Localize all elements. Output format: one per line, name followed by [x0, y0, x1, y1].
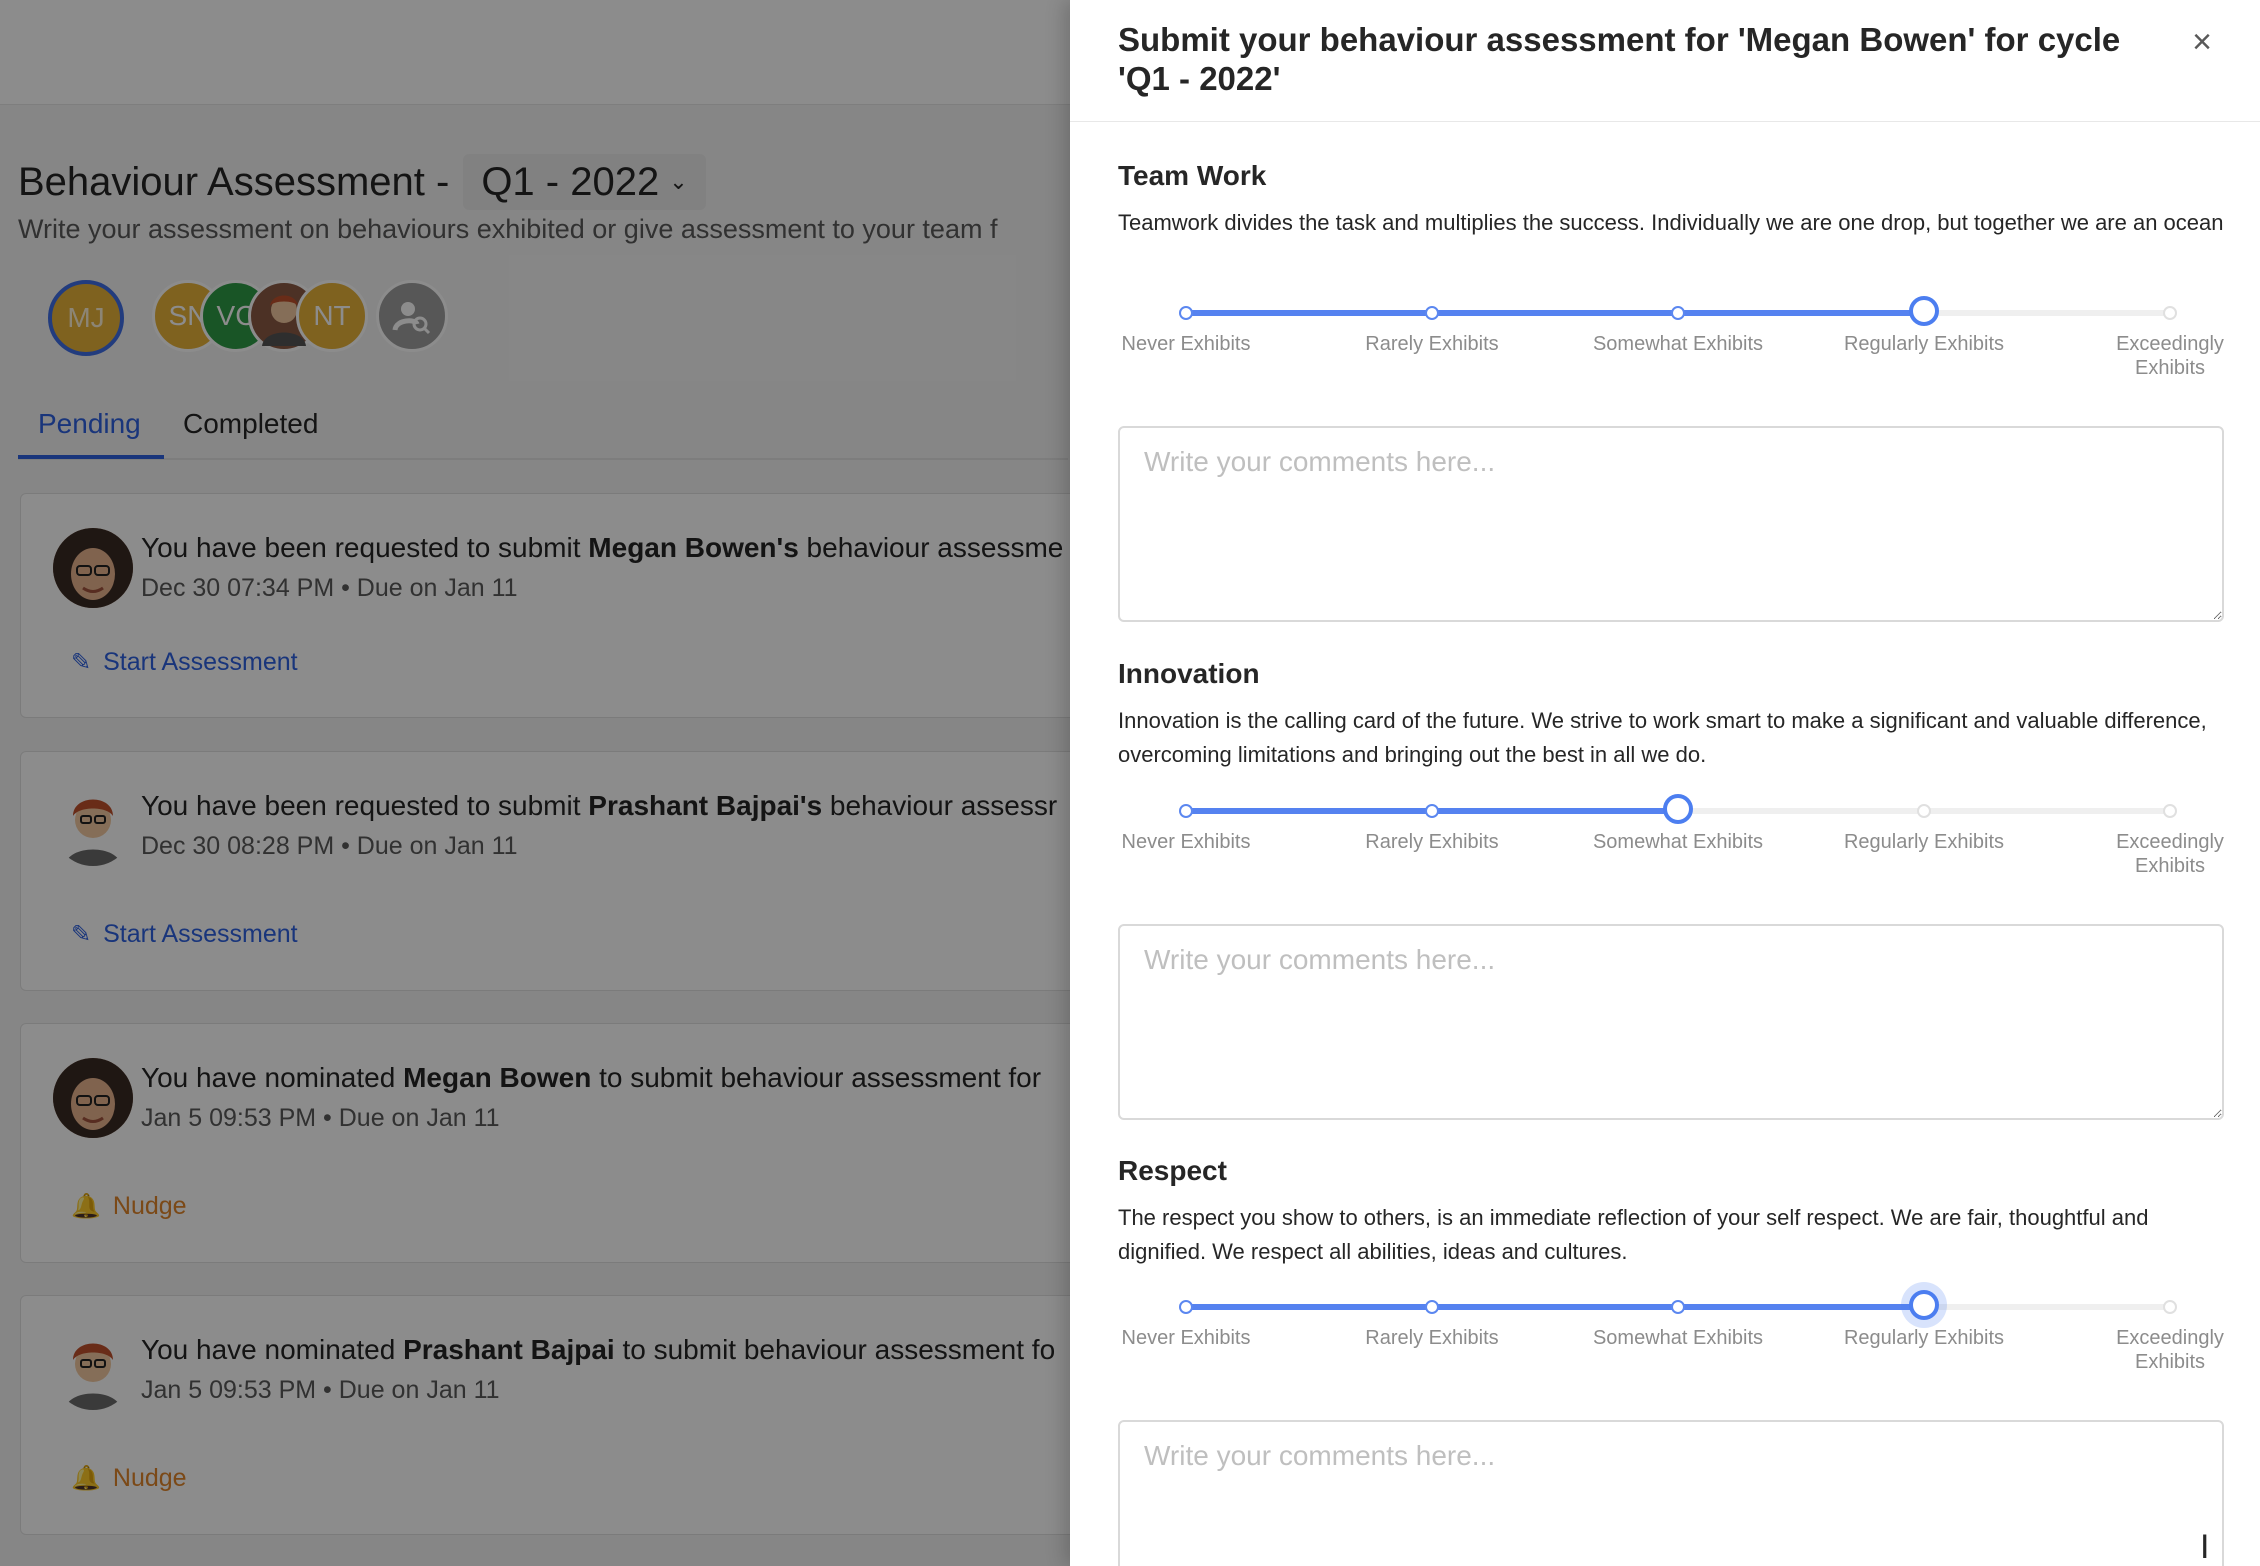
slider-step-dot[interactable] [1179, 804, 1193, 818]
comment-input-team-work[interactable] [1120, 428, 2222, 620]
slider-step-label: Rarely Exhibits [1365, 831, 1499, 853]
comment-box-team-work[interactable] [1118, 426, 2224, 622]
section-respect: Respect The respect you show to others, … [1118, 1155, 2228, 1269]
comment-input-innovation[interactable] [1120, 926, 2222, 1118]
slider-step-label: Regularly Exhibits [1843, 1327, 2005, 1349]
rating-slider-respect[interactable]: Never Exhibits Rarely Exhibits Somewhat Ex… [1070, 1290, 2224, 1400]
slider-step-label: Exceedingly Exhibits [2116, 1327, 2224, 1373]
slider-step-dot[interactable] [1917, 804, 1931, 818]
slider-step-label: Exceedingly Exhibits [2116, 831, 2224, 877]
slider-step-label: Rarely Exhibits [1365, 1327, 1499, 1349]
slider-step-label: Never Exhibits [1121, 333, 1251, 355]
slider-handle[interactable] [1663, 794, 1693, 824]
slider-step-dot[interactable] [1179, 1300, 1193, 1314]
rating-slider-innovation[interactable]: Never Exhibits Rarely Exhibits Somewhat Ex… [1070, 794, 2224, 904]
close-icon[interactable]: × [2182, 22, 2222, 62]
slider-step-dot[interactable] [1671, 306, 1685, 320]
slider-fill [1186, 310, 1924, 316]
slider-step-dot[interactable] [1425, 804, 1439, 818]
slider-step-dot[interactable] [1179, 306, 1193, 320]
slider-step-dot[interactable] [2163, 306, 2177, 320]
slider-step-dot[interactable] [1671, 1300, 1685, 1314]
drawer-header: Submit your behaviour assessment for 'Me… [1070, 0, 2260, 122]
section-description: The respect you show to others, is an im… [1118, 1205, 2149, 1264]
slider-handle[interactable] [1909, 1290, 1939, 1320]
text-cursor-icon: I [2200, 1528, 2210, 1566]
slider-step-label: Somewhat Exhibits [1592, 333, 1764, 355]
comment-box-innovation[interactable] [1118, 924, 2224, 1120]
slider-handle[interactable] [1909, 296, 1939, 326]
slider-step-dot[interactable] [1425, 1300, 1439, 1314]
slider-step-label: Regularly Exhibits [1843, 831, 2005, 853]
section-description: Teamwork divides the task and multiplies… [1118, 210, 2224, 235]
slider-step-label: Somewhat Exhibits [1592, 1327, 1764, 1349]
slider-fill [1186, 1304, 1924, 1310]
section-title: Innovation [1118, 658, 1260, 689]
assessment-drawer: Submit your behaviour assessment for 'Me… [1070, 0, 2260, 1566]
slider-step-label: Rarely Exhibits [1365, 333, 1499, 355]
slider-step-label: Somewhat Exhibits [1592, 831, 1764, 853]
slider-step-dot[interactable] [1425, 306, 1439, 320]
section-title: Team Work [1118, 160, 1267, 191]
slider-step-label: Never Exhibits [1121, 831, 1251, 853]
drawer-title: Submit your behaviour assessment for 'Me… [1118, 21, 2121, 97]
section-title: Respect [1118, 1155, 1227, 1186]
slider-step-label: Regularly Exhibits [1843, 333, 2005, 355]
section-team-work: Team Work Teamwork divides the task and … [1118, 160, 2228, 240]
slider-step-label: Exceedingly Exhibits [2116, 333, 2224, 379]
comment-input-respect[interactable] [1120, 1422, 2222, 1566]
slider-step-label: Never Exhibits [1121, 1327, 1251, 1349]
slider-step-dot[interactable] [2163, 804, 2177, 818]
slider-step-dot[interactable] [2163, 1300, 2177, 1314]
section-innovation: Innovation Innovation is the calling car… [1118, 658, 2228, 772]
modal-overlay[interactable] [0, 0, 1070, 1566]
comment-box-respect[interactable] [1118, 1420, 2224, 1566]
rating-slider-team-work[interactable]: Never Exhibits Rarely Exhibits Somewhat Ex… [1070, 296, 2224, 406]
section-description: Innovation is the calling card of the fu… [1118, 708, 2207, 767]
